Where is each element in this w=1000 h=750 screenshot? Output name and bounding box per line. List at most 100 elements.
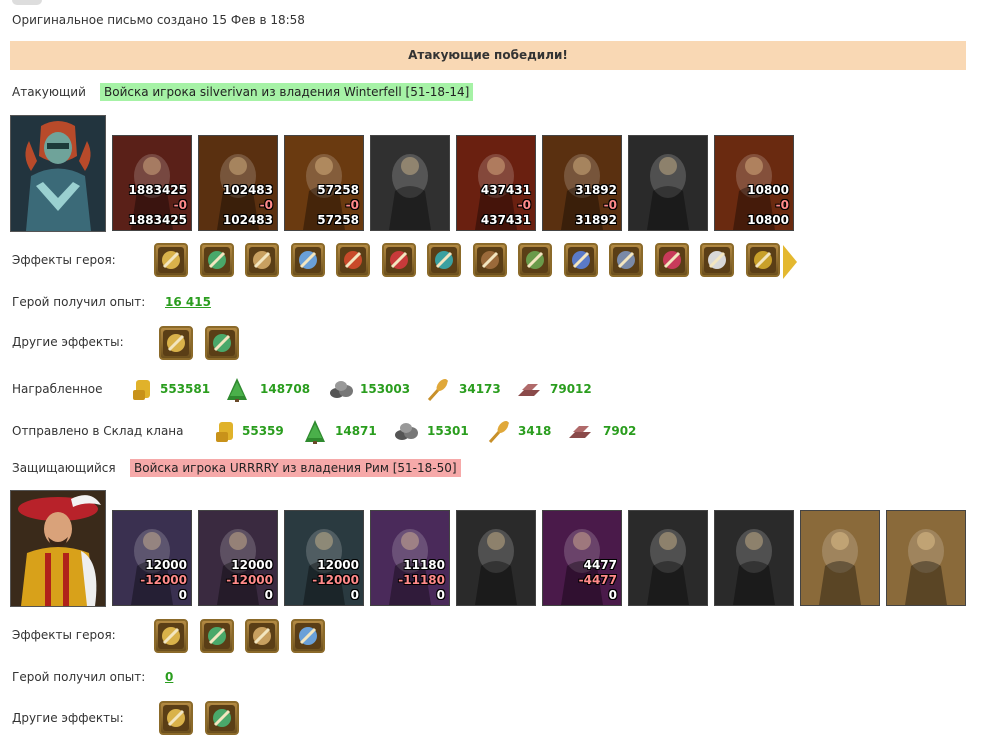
shield-icon[interactable] bbox=[427, 243, 461, 277]
unit-count-lost: -0 bbox=[603, 198, 617, 212]
resource-value: 553581 bbox=[160, 382, 211, 396]
unit-card[interactable]: 11180 -11180 0 bbox=[370, 510, 450, 606]
unit-count-before: 31892 bbox=[575, 183, 617, 197]
unit-card[interactable]: 57258 -0 57258 bbox=[284, 135, 364, 231]
hood-icon[interactable] bbox=[154, 619, 188, 653]
unit-count-after: 0 bbox=[178, 588, 187, 602]
unit-count-before: 12000 bbox=[145, 558, 187, 572]
unit-count-after: 0 bbox=[436, 588, 445, 602]
armor-icon[interactable] bbox=[199, 619, 234, 653]
hero-knight-icon bbox=[11, 116, 105, 231]
unit-count-after: 10800 bbox=[747, 213, 789, 227]
scroll-icon[interactable] bbox=[245, 619, 279, 653]
unit-card[interactable] bbox=[886, 510, 966, 606]
attacker-xp-label: Герой получил опыт: bbox=[12, 295, 146, 309]
attacker-hero-effects-label: Эффекты героя: bbox=[12, 253, 116, 267]
unit-count-after: 437431 bbox=[480, 213, 531, 227]
unit-card[interactable]: 12000 -12000 0 bbox=[112, 510, 192, 606]
unit-count-before: 12000 bbox=[317, 558, 359, 572]
unit-count-before: 12000 bbox=[231, 558, 273, 572]
amulet-icon[interactable] bbox=[563, 243, 598, 277]
defender-xp-label: Герой получил опыт: bbox=[12, 670, 146, 684]
unit-card[interactable]: 31892 -0 31892 bbox=[542, 135, 622, 231]
attacker-xp-value[interactable]: 16 415 bbox=[165, 295, 211, 309]
unit-count-after: 1883425 bbox=[128, 213, 187, 227]
clan-storage-label: Отправлено в Склад клана bbox=[12, 424, 184, 438]
unit-count-after: 0 bbox=[608, 588, 617, 602]
top-tab-remnant bbox=[12, 0, 42, 5]
resource-value: 7902 bbox=[603, 424, 637, 438]
unit-count-after: 0 bbox=[264, 588, 273, 602]
unit-card[interactable] bbox=[628, 510, 708, 606]
unit-counts: 57258 -0 57258 bbox=[317, 183, 359, 228]
bow-icon[interactable] bbox=[290, 619, 325, 653]
attacker-hero-portrait[interactable] bbox=[10, 115, 106, 232]
orb-shrine-icon bbox=[801, 511, 879, 605]
grain-icon bbox=[425, 376, 451, 402]
unit-card[interactable]: 1883425 -0 1883425 bbox=[112, 135, 192, 231]
unit-counts: 437431 -0 437431 bbox=[481, 183, 531, 228]
gold-coins-icon[interactable] bbox=[154, 243, 188, 277]
unit-card[interactable] bbox=[628, 135, 708, 231]
unit-count-after: 0 bbox=[350, 588, 359, 602]
unit-count-lost: -0 bbox=[775, 198, 789, 212]
defender-other-effects-label: Другие эффекты: bbox=[12, 711, 124, 725]
attacker-label: Атакующий bbox=[12, 85, 86, 99]
grain-icon bbox=[486, 418, 512, 444]
unit-card[interactable]: 12000 -12000 0 bbox=[198, 510, 278, 606]
unit-card[interactable]: 4477 -4477 0 bbox=[542, 510, 622, 606]
unit-counts: 4477 -4477 0 bbox=[579, 558, 617, 603]
resource-value: 3418 bbox=[518, 424, 552, 438]
iron-icon bbox=[567, 418, 593, 444]
unit-card[interactable] bbox=[370, 135, 450, 231]
unit-count-lost: -12000 bbox=[226, 573, 273, 587]
unit-count-before: 102483 bbox=[222, 183, 273, 197]
loot-label: Награбленное bbox=[12, 382, 103, 396]
unit-card[interactable]: 437431 -0 437431 bbox=[456, 135, 536, 231]
crossed-arrows-icon[interactable] bbox=[654, 243, 689, 277]
fist-icon[interactable] bbox=[290, 243, 325, 277]
unit-count-before: 11180 bbox=[403, 558, 445, 572]
wood-icon bbox=[224, 376, 250, 402]
unit-counts: 12000 -12000 0 bbox=[140, 558, 187, 603]
unit-count-before: 10800 bbox=[747, 183, 789, 197]
armor-icon[interactable] bbox=[609, 243, 643, 277]
unit-counts: 12000 -12000 0 bbox=[226, 558, 273, 603]
dagger-icon[interactable] bbox=[745, 243, 780, 277]
unit-count-before: 4477 bbox=[583, 558, 617, 572]
gold-icon bbox=[213, 418, 239, 444]
unit-count-before: 57258 bbox=[317, 183, 359, 197]
unit-card[interactable] bbox=[800, 510, 880, 606]
sword-fist-icon[interactable] bbox=[159, 326, 193, 360]
attacker-owner[interactable]: Войска игрока silverivan из владения Win… bbox=[100, 83, 474, 101]
dice-icon[interactable] bbox=[381, 243, 416, 277]
defender-hero-portrait[interactable] bbox=[10, 490, 106, 607]
unit-card[interactable] bbox=[714, 510, 794, 606]
resource-value: 79012 bbox=[550, 382, 592, 396]
defender-xp-value[interactable]: 0 bbox=[165, 670, 173, 684]
monk-icon[interactable] bbox=[518, 243, 552, 277]
unit-card[interactable]: 102483 -0 102483 bbox=[198, 135, 278, 231]
unit-count-after: 31892 bbox=[575, 213, 617, 227]
handshake-icon[interactable] bbox=[245, 243, 279, 277]
sword-icon[interactable] bbox=[199, 243, 234, 277]
shield-hand-icon[interactable] bbox=[472, 243, 507, 277]
sword-fist-icon[interactable] bbox=[159, 701, 193, 735]
unit-card[interactable]: 12000 -12000 0 bbox=[284, 510, 364, 606]
defender-owner[interactable]: Войска игрока URRRRY из владения Рим [51… bbox=[130, 459, 461, 477]
unit-count-lost: -0 bbox=[517, 198, 531, 212]
ore-icon bbox=[393, 418, 419, 444]
unit-count-lost: -12000 bbox=[312, 573, 359, 587]
heart-sword-icon[interactable] bbox=[204, 701, 239, 735]
unit-card[interactable] bbox=[456, 510, 536, 606]
unit-count-lost: -4477 bbox=[578, 573, 617, 587]
unit-counts: 12000 -12000 0 bbox=[312, 558, 359, 603]
resource-value: 14871 bbox=[335, 424, 377, 438]
effects-next-arrow[interactable] bbox=[783, 245, 797, 279]
scroll-icon[interactable] bbox=[700, 243, 734, 277]
unit-count-before: 1883425 bbox=[128, 183, 187, 197]
tower-icon[interactable] bbox=[336, 243, 370, 277]
unit-card[interactable]: 10800 -0 10800 bbox=[714, 135, 794, 231]
unit-counts: 102483 -0 102483 bbox=[223, 183, 273, 228]
gold-scroll-icon[interactable] bbox=[204, 326, 239, 360]
